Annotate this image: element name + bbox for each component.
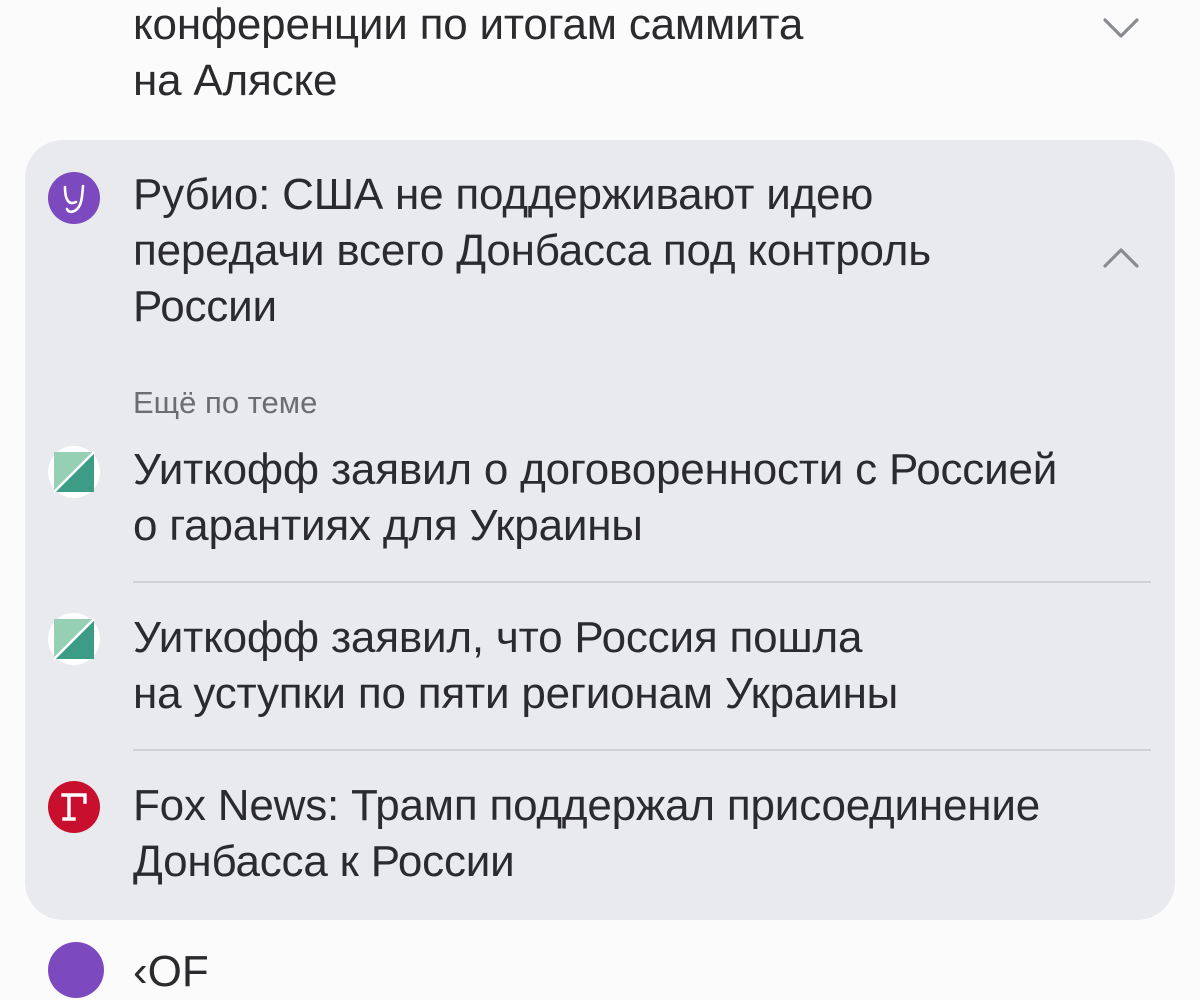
publisher-logo-teal-icon bbox=[48, 613, 100, 665]
chevron-up-icon[interactable] bbox=[1101, 242, 1141, 272]
related-section-label: Ещё по теме bbox=[133, 385, 318, 420]
related-item-title[interactable]: Уиткофф заявил, что Россия пошла на усту… bbox=[133, 610, 898, 722]
related-item-title[interactable]: Уиткофф заявил о договоренности с Россие… bbox=[133, 442, 1057, 554]
divider bbox=[133, 581, 1151, 583]
publisher-logo-red-g-icon bbox=[48, 781, 100, 833]
divider bbox=[133, 749, 1151, 751]
top-item-title[interactable]: конференции по итогам саммита на Аляске bbox=[133, 0, 803, 109]
chevron-down-icon[interactable] bbox=[1101, 14, 1141, 44]
yandex-logo-icon bbox=[48, 172, 100, 224]
related-item-title[interactable]: Fox News: Трамп поддержал присоединение … bbox=[133, 778, 1040, 890]
yandex-logo-icon bbox=[48, 942, 104, 998]
main-item-title[interactable]: Рубио: США не поддерживают идею передачи… bbox=[133, 167, 931, 335]
next-item-title[interactable]: ‹OF bbox=[133, 944, 209, 1000]
publisher-logo-teal-icon bbox=[48, 446, 100, 498]
